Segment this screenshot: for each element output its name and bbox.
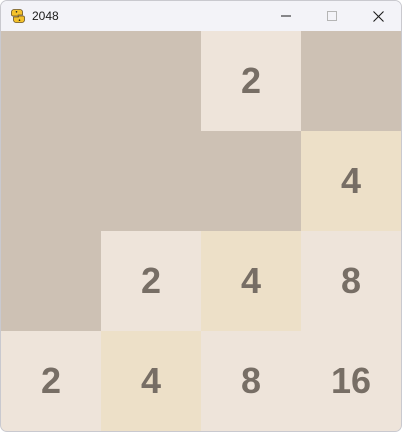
title-bar[interactable]: 2048	[1, 1, 401, 31]
board-cell: 2	[201, 31, 301, 131]
game-board[interactable]: 2 4 2 4 8 2 4 8 16	[1, 31, 401, 431]
board-cell: 4	[201, 231, 301, 331]
minimize-icon	[281, 15, 291, 17]
board-cell	[1, 231, 101, 331]
minimize-button[interactable]	[263, 1, 309, 31]
close-icon	[372, 10, 384, 22]
board-cell	[301, 31, 401, 131]
python-snake-icon	[10, 8, 26, 24]
window-controls	[263, 1, 401, 31]
board-cell	[101, 131, 201, 231]
board-cell	[1, 131, 101, 231]
close-button[interactable]	[355, 1, 401, 31]
board-cell: 4	[301, 131, 401, 231]
game-window: 2048 2 4 2 4 8 2 4 8 16	[0, 0, 402, 432]
board-cell: 2	[1, 331, 101, 431]
board-cell	[201, 131, 301, 231]
maximize-button[interactable]	[309, 1, 355, 31]
board-cell: 8	[201, 331, 301, 431]
board-cell: 8	[301, 231, 401, 331]
board-cell: 16	[301, 331, 401, 431]
window-title: 2048	[32, 9, 59, 23]
board-cell: 4	[101, 331, 201, 431]
board-cell	[101, 31, 201, 131]
board-cell: 2	[101, 231, 201, 331]
board-cell	[1, 31, 101, 131]
maximize-icon	[327, 11, 337, 21]
